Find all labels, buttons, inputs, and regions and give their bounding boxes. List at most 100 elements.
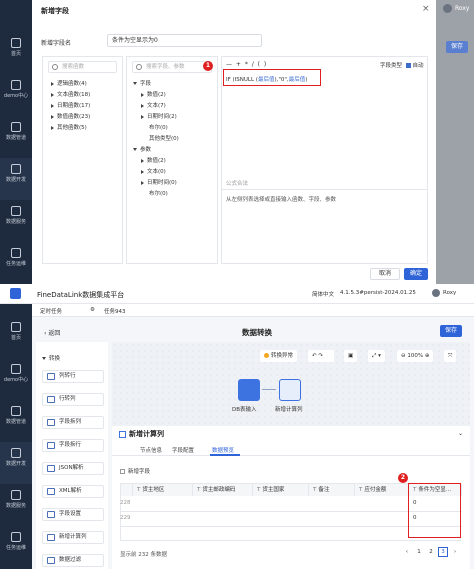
column-header[interactable]: T 货主国家 [253,484,309,496]
sidebar-item-service[interactable]: 数据服务 [0,484,32,526]
sidebar-item-pipeline[interactable]: 数据管道 [0,116,32,158]
function-search-placeholder: 搜索函数 [62,64,85,70]
component-item[interactable]: 字段拆列 [42,416,104,429]
warning-icon [264,353,269,358]
tab-field-config[interactable]: 字段配置 [172,446,194,454]
sidebar-item-ops[interactable]: 任务运维 [0,242,32,284]
field-tree-item[interactable]: 参数 [133,145,151,153]
field-tree-label: 布尔(0) [149,191,168,197]
checkbox-icon[interactable] [405,63,411,68]
component-item[interactable]: 数据过滤 [42,554,104,567]
field-tree-item[interactable]: 布尔(0) [141,189,168,197]
undo-redo[interactable]: ↶ ↷ [308,350,334,362]
sidebar-item-service[interactable]: 数据服务 [0,200,32,242]
back-button[interactable]: ‹ 返回 [44,328,60,337]
cancel-button[interactable]: 取消 [370,268,400,280]
avatar[interactable] [432,289,440,297]
redo-icon[interactable]: ↷ [318,353,323,359]
component-item[interactable]: 字段拆行 [42,439,104,452]
function-category[interactable]: 文本函数(18) [51,90,90,98]
confirm-button[interactable]: 确定 [404,268,428,280]
sidebar-item-develop[interactable]: 数据开发 [0,442,32,484]
undo-icon[interactable]: ↶ [312,353,317,359]
fit-icon[interactable]: ⤧ [444,350,457,362]
formula-editor[interactable]: — + * / ( ) 字段类型 自动 IF (ISNULL (最后值),"0"… [221,56,428,264]
function-category-label: 日期函数(17) [57,103,91,109]
sidebar-item-home[interactable]: 首页 [0,316,32,358]
zoom-out-icon[interactable]: ⊖ [401,353,406,359]
db-input-node[interactable] [238,379,260,401]
gear-icon[interactable]: ⚙ [90,307,95,313]
field-tree-label: 布尔(0) [149,125,168,131]
next-page-icon[interactable]: › [450,547,460,557]
function-search-input[interactable]: 搜索函数 [48,61,117,73]
tab-task-943[interactable]: 任务943 [104,307,126,315]
field-name-input[interactable]: 条件为空显示为0 [107,34,262,47]
column-header[interactable]: T 备注 [309,484,355,496]
component-item[interactable]: XML解析 [42,485,104,498]
page-2[interactable]: 2 [426,547,436,557]
field-tree-item[interactable]: 其他类型(0) [141,134,179,142]
formula-text[interactable]: IF (ISNULL (最后值),"0",最后值) [226,75,307,83]
function-category[interactable]: 逻辑函数(4) [51,79,87,87]
add-field-dialog: 新增字段 × 新增字段名 条件为空显示为0 搜索函数 逻辑函数(4) 文本函数(1… [32,0,436,284]
sidebar-item-home[interactable]: 首页 [0,32,32,74]
field-tree-label: 日期时间(2) [147,114,177,120]
pipeline-icon [11,406,21,416]
sidebar-item-develop[interactable]: 数据开发 [0,158,32,200]
language-switch[interactable]: 简体中文 [312,290,334,298]
prev-page-icon[interactable]: ‹ [402,547,412,557]
column-header[interactable]: T 应付金额 [355,484,409,496]
function-category[interactable]: 其他函数(5) [51,123,87,131]
save-button[interactable]: 保存 [440,325,462,337]
layout-icon[interactable]: ▣ [344,350,358,362]
row-number: 229 [120,515,131,521]
field-search-input[interactable]: 搜索字段、参数 [132,61,212,73]
page-1[interactable]: 1 [414,547,424,557]
flow-canvas[interactable]: 转换异常 ↶ ↷ ▣ ⤢ ▾ ⊖ 100% ⊕ ⤧ DB表输入 新增计算列 [112,342,470,426]
convert-anomaly-button[interactable]: 转换异常 [260,350,298,362]
tab-node-info[interactable]: 节点信息 [140,446,162,454]
component-item[interactable]: 行转列 [42,393,104,406]
function-category[interactable]: 日期函数(17) [51,101,90,109]
field-tree-item[interactable]: 文本(0) [141,167,166,175]
field-tree-item[interactable]: 数值(2) [141,156,166,164]
develop-icon [11,164,21,174]
operator-buttons[interactable]: — + * / ( ) [226,61,267,68]
sidebar-item-ops[interactable]: 任务运维 [0,526,32,568]
field-tree-item[interactable]: 数值(2) [141,90,166,98]
field-tree-item[interactable]: 日期时间(2) [141,112,177,120]
component-item[interactable]: 字段设置 [42,508,104,521]
page-3[interactable]: 3 [438,547,448,557]
component-item[interactable]: 新增计算列 [42,531,104,544]
field-type[interactable]: 字段类型 自动 [380,61,424,69]
field-tree-item[interactable]: 文本(7) [141,101,166,109]
calc-column-node[interactable] [279,379,301,401]
tab-data-preview[interactable]: 数据预览 [212,446,234,454]
add-field-toggle[interactable]: 新增字段 [120,467,150,475]
link-icon[interactable]: ⤢ ▾ [368,350,385,362]
component-label: 字段拆列 [59,419,82,425]
column-header[interactable]: T 货主邮政编码 [193,484,253,496]
component-item[interactable]: 列转行 [42,370,104,383]
zoom-in-icon[interactable]: ⊕ [425,353,430,359]
tab-scheduled-tasks[interactable]: 定时任务 [40,307,62,315]
component-item[interactable]: JSON解析 [42,462,104,475]
avatar[interactable] [443,4,452,13]
function-category[interactable]: 数值函数(23) [51,112,90,120]
close-icon[interactable]: × [422,4,430,14]
text-type-icon: T [359,487,363,493]
sidebar-item-pipeline[interactable]: 数据管道 [0,400,32,442]
left-sidebar: 首页 demo中心 数据管道 数据开发 数据服务 任务运维 [0,304,32,569]
checkbox-icon[interactable] [120,469,125,474]
column-header[interactable]: T 货主地区 [133,484,193,496]
section-header[interactable]: 转换 [42,354,60,362]
chevron-down-icon[interactable]: ⌄ [458,430,463,437]
field-tree-item[interactable]: 字段 [133,79,151,87]
field-tree-item[interactable]: 日期时间(0) [141,178,177,186]
sidebar-item-demo[interactable]: demo中心 [0,74,32,116]
field-tree-label: 参数 [140,147,152,153]
zoom-control[interactable]: ⊖ 100% ⊕ [397,350,434,362]
sidebar-item-demo[interactable]: demo中心 [0,358,32,400]
field-tree-item[interactable]: 布尔(0) [141,123,168,131]
